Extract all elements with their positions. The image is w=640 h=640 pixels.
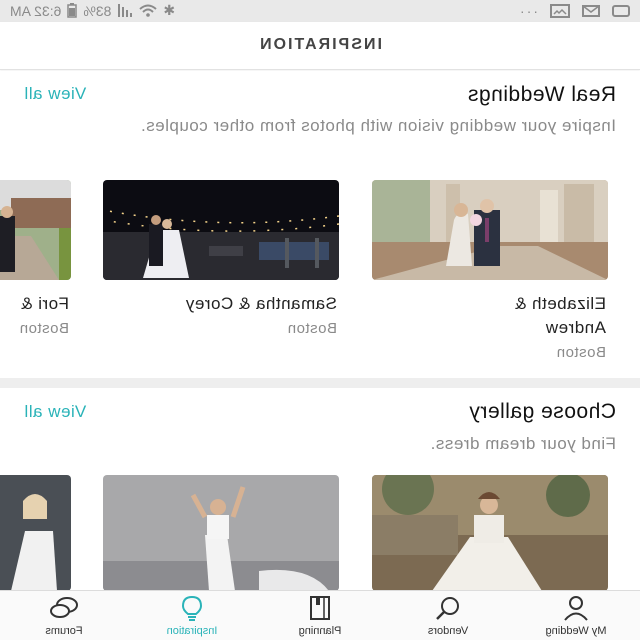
gallery-card[interactable] [372, 475, 608, 591]
nav-label: Vendors [427, 625, 469, 637]
nav-label: My Wedding [545, 625, 607, 637]
more-dots-icon: ··· [518, 3, 538, 19]
wedding-couple-name: Samantha & Corey [185, 294, 337, 313]
real-weddings-description: Inspire your wedding vision with photos … [140, 116, 616, 135]
wedding-card[interactable]: Samantha & Corey Boston [103, 180, 339, 370]
gallery-section: Choose gallery View all Find your dream … [0, 388, 640, 591]
signal-icon [118, 3, 133, 17]
bottom-nav: My Wedding Vendors Planning Inspiration … [0, 590, 640, 640]
gallery-card[interactable] [0, 475, 71, 591]
page-title: INSPIRATION [258, 36, 382, 53]
person-icon [564, 596, 588, 621]
nav-label: Inspiration [166, 625, 218, 637]
nav-label: Forums [45, 625, 83, 637]
photo-icon [550, 4, 570, 18]
battery-level: 83% [83, 2, 112, 19]
dress-photo[interactable] [0, 475, 71, 591]
wedding-photo[interactable] [0, 180, 71, 280]
chat-bubbles-icon [50, 597, 78, 618]
wedding-location: Boston [556, 344, 606, 361]
battery-icon [67, 3, 78, 18]
clock: 6:32 AM [10, 2, 62, 19]
wedding-photo[interactable] [103, 180, 339, 280]
search-icon [436, 597, 459, 620]
status-bar: ··· ✱ 83% 6:32 AM [0, 0, 640, 22]
wedding-couple-name: Fori & [20, 294, 69, 313]
nav-item-forums[interactable]: Forums [0, 591, 128, 640]
lightbulb-icon [181, 595, 203, 621]
wedding-location: Boston [287, 320, 337, 337]
wedding-couple-name: Elizabeth & Andrew [514, 294, 607, 337]
real-weddings-view-all-link[interactable]: View all [24, 84, 86, 104]
app-bar: INSPIRATION [0, 22, 640, 70]
bluetooth-icon: ✱ [163, 2, 176, 18]
gallery-card[interactable] [103, 475, 339, 591]
nav-item-vendors[interactable]: Vendors [384, 591, 512, 640]
wifi-icon [139, 4, 158, 17]
section-divider [0, 378, 640, 388]
dress-photo[interactable] [103, 475, 339, 591]
wedding-card[interactable]: Elizabeth & Andrew Boston [372, 180, 608, 370]
real-weddings-section: Real Weddings View all Inspire your wedd… [0, 71, 640, 377]
status-bar-right: ✱ 83% 6:32 AM [10, 2, 175, 19]
nav-item-inspiration[interactable]: Inspiration [128, 591, 256, 640]
mail-icon [582, 5, 600, 17]
gallery-title: Choose gallery [468, 400, 616, 423]
nav-label: Planning [298, 625, 342, 637]
app-root: ··· ✱ 83% 6:32 AM INSPIRATION Real Weddi… [0, 0, 640, 640]
notification-icon [612, 5, 630, 17]
wedding-photo[interactable] [372, 180, 608, 280]
real-weddings-title: Real Weddings [467, 83, 616, 106]
nav-item-my-wedding[interactable]: My Wedding [512, 591, 640, 640]
notebook-icon [310, 596, 330, 620]
wedding-location: Boston [19, 320, 69, 337]
gallery-description: Find your dream dress. [430, 434, 616, 453]
gallery-view-all-link[interactable]: View all [24, 402, 86, 422]
dress-photo[interactable] [372, 475, 608, 591]
wedding-card[interactable]: Fori & Boston [0, 180, 71, 370]
nav-item-planning[interactable]: Planning [256, 591, 384, 640]
status-bar-left: ··· [518, 3, 630, 19]
